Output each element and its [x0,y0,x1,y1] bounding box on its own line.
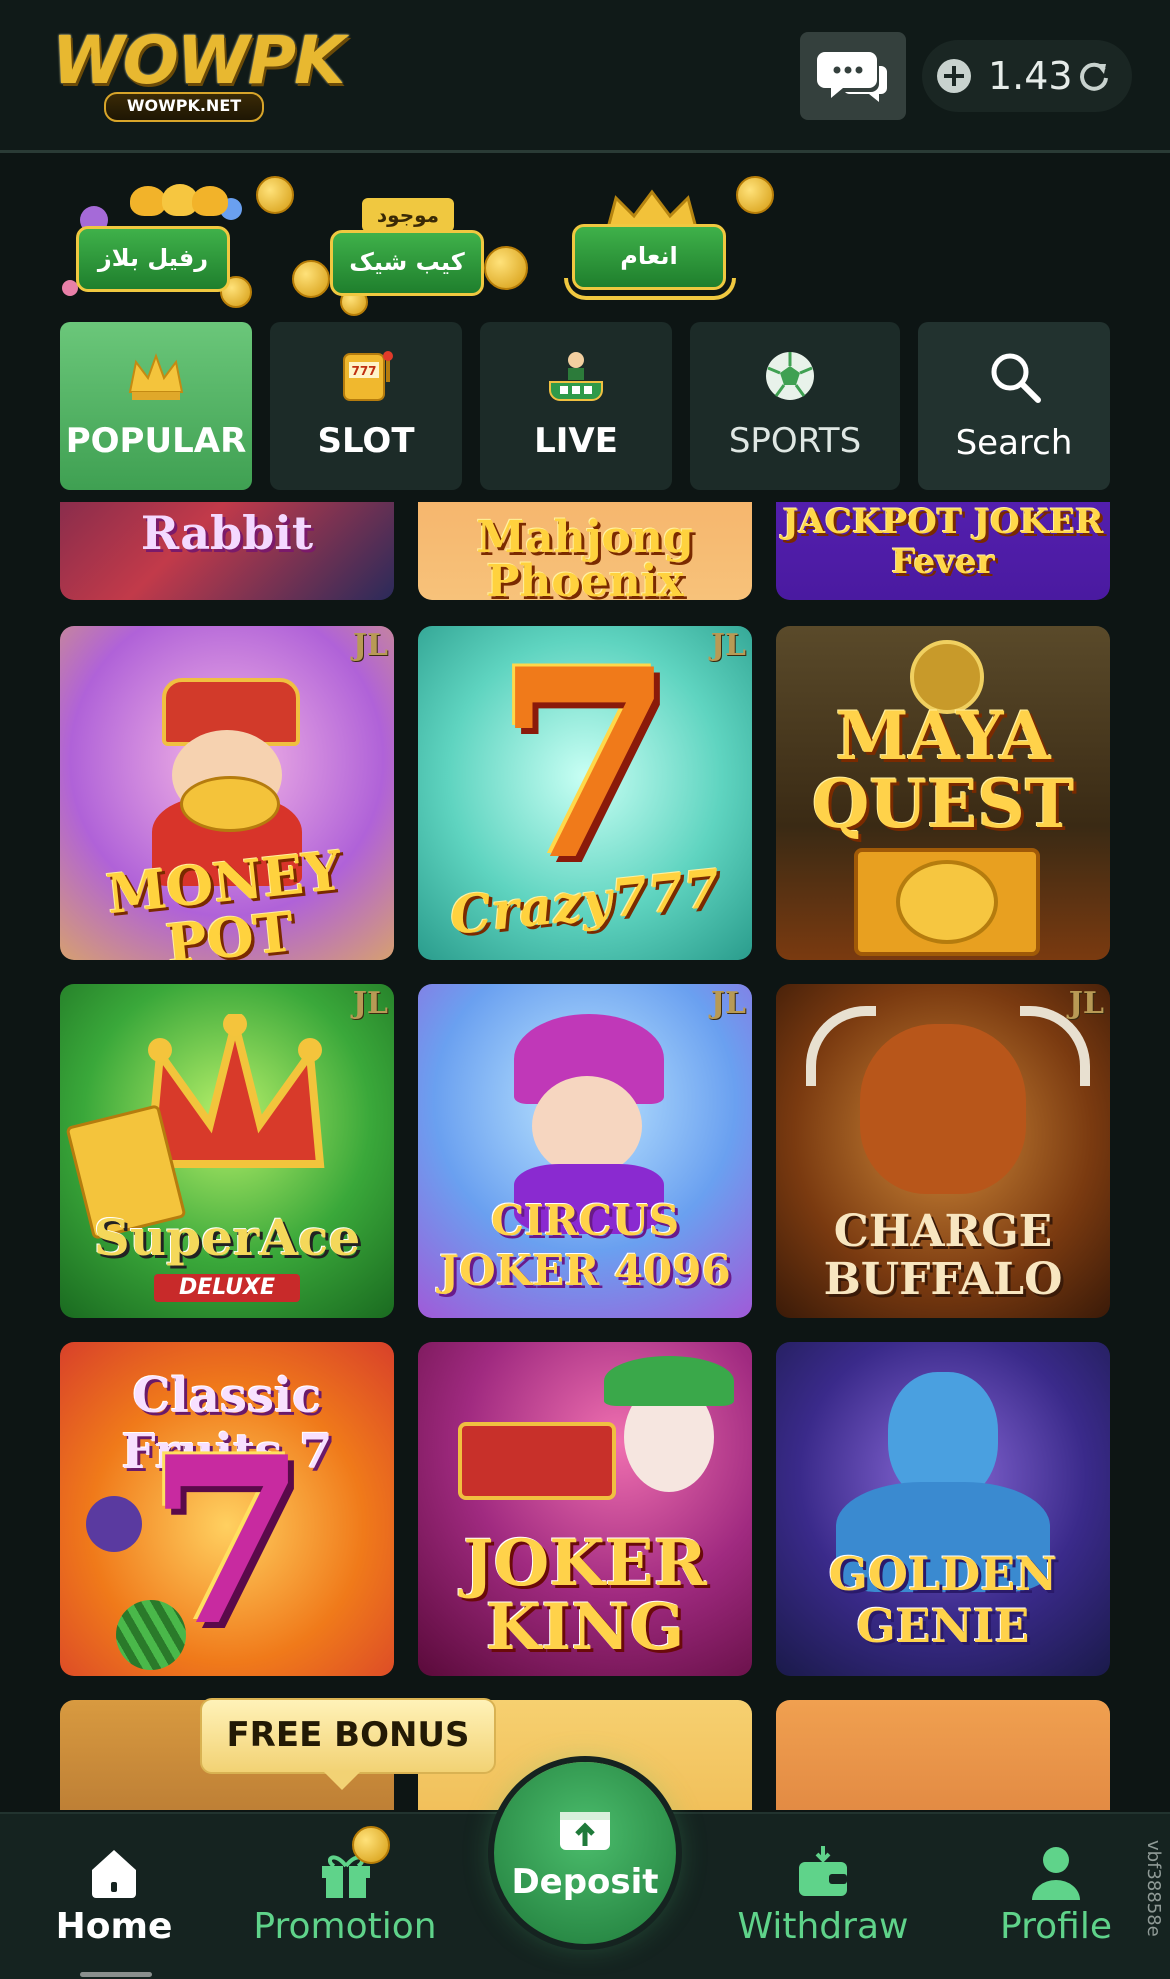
game-grid: Rabbit Mahjong Phoenix JACKPOT JOKER Fev… [0,502,1170,1810]
add-funds-icon[interactable] [936,58,972,94]
top-header: WOWPK WOWPK.NET 1.43 [0,0,1170,153]
free-bonus-tooltip[interactable]: FREE BONUS [200,1698,496,1790]
crown-icon [128,353,184,400]
chat-button[interactable] [800,32,906,120]
game-title: Mahjong Phoenix [476,512,694,601]
promo-badge-invite[interactable]: رفیل بلاز [58,168,294,318]
soccer-ball-icon [766,352,814,400]
slot-machine-icon: 777 [343,351,393,401]
profile-icon [1032,1847,1080,1900]
refresh-icon[interactable] [1076,58,1112,94]
provider-badge: JL [710,986,746,1021]
promo-label: رفیل بلاز [76,226,230,292]
game-title: MONEY POT [103,838,345,960]
nav-label: Withdraw [737,1906,909,1947]
nav-label: Home [55,1906,173,1947]
balance-amount: 1.43 [988,54,1073,98]
game-tile[interactable]: SuperAce DELUXE JL [60,984,394,1318]
game-tile[interactable] [776,1700,1110,1810]
game-tile[interactable]: Rabbit [60,502,394,600]
nav-promotion[interactable]: Promotion [240,1814,450,1979]
home-indicator [80,1972,152,1977]
tab-label: Search [955,423,1073,463]
tab-live[interactable]: LIVE [480,322,672,490]
promo-badge-cashback[interactable]: موجود کیب شیک [292,168,532,318]
nav-profile[interactable]: Profile [986,1814,1126,1979]
nav-home[interactable]: Home [40,1814,188,1979]
tab-popular[interactable]: POPULAR [60,322,252,490]
provider-badge: JL [1068,986,1104,1021]
game-tile[interactable]: Classic Fruits 7 7 [60,1342,394,1676]
coin-icon [352,1826,390,1864]
nav-withdraw[interactable]: Withdraw [730,1814,916,1979]
side-code: vbf38858e [1138,1840,1168,1970]
game-tile[interactable]: 7 Crazy777 JL [418,626,752,960]
game-title: MAYA QUEST [811,697,1075,843]
game-title: Rabbit [140,506,314,560]
search-icon [991,353,1041,403]
game-tile[interactable]: Mahjong Phoenix [418,502,752,600]
nav-label: Profile [1000,1906,1112,1947]
svg-text:777: 777 [351,364,376,378]
game-title: GOLDEN GENIE [828,1547,1058,1653]
deposit-icon [560,1812,610,1850]
tab-slot[interactable]: 777 SLOT [270,322,462,490]
game-title: CHARGE BUFFALO [823,1206,1063,1305]
promo-label: کیب شیک [330,230,484,296]
game-tile[interactable]: JOKER KING [418,1342,752,1676]
game-tile[interactable]: CIRCUS JOKER 4096 JL [418,984,752,1318]
game-subtitle: DELUXE [154,1274,300,1302]
tab-sports[interactable]: SPORTS [690,322,900,490]
provider-badge: JL [352,986,388,1021]
game-tile[interactable]: MAYA QUEST [776,626,1110,960]
chat-icon [817,52,887,102]
game-tile[interactable]: GOLDEN GENIE [776,1342,1110,1676]
game-tile[interactable]: CHARGE BUFFALO JL [776,984,1110,1318]
promo-tag: موجود [362,198,454,232]
game-tile[interactable]: JACKPOT JOKER Fever [776,502,1110,600]
game-title: JOKER KING [463,1526,707,1665]
provider-badge: JL [710,628,746,663]
wallet-icon [799,1846,847,1896]
game-tile[interactable]: MONEY POT JL [60,626,394,960]
provider-badge: JL [352,628,388,663]
tab-label: SLOT [317,421,415,461]
balance-pill: 1.43 [922,40,1132,112]
game-title: JACKPOT JOKER Fever [782,502,1104,582]
game-title: SuperAce [93,1208,361,1267]
logo-subtext: WOWPK.NET [104,92,264,122]
deposit-label: Deposit [511,1862,659,1902]
game-title: CIRCUS JOKER 4096 [439,1196,731,1295]
live-dealer-icon [549,352,603,401]
tab-label: SPORTS [728,421,862,461]
nav-label: Promotion [253,1906,437,1947]
tab-search[interactable]: Search [918,322,1110,490]
side-code-text: vbf38858e [1143,1840,1164,1937]
logo-text: WOWPK [52,22,345,99]
tab-label: POPULAR [65,421,247,461]
wowpk-logo[interactable]: WOWPK WOWPK.NET [52,22,345,126]
home-icon [92,1850,136,1898]
deposit-button[interactable]: Deposit [494,1762,676,1944]
tab-label: LIVE [534,421,618,461]
promo-badge-reward[interactable]: انعام [548,168,788,318]
